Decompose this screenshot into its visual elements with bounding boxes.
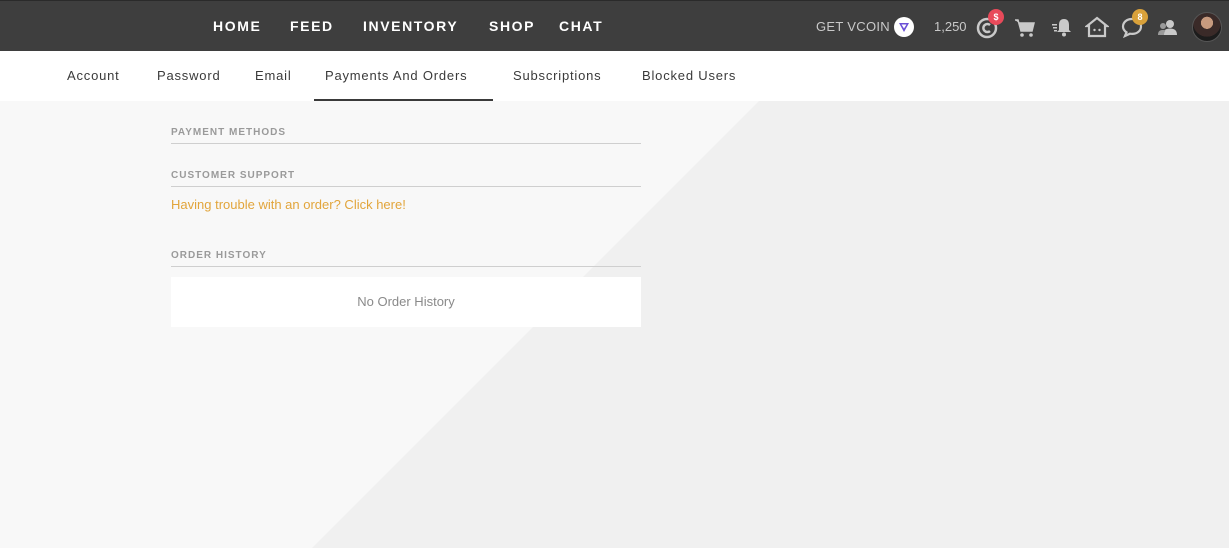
get-vcoin-link[interactable]: GET VCOIN: [816, 19, 890, 34]
tab-email[interactable]: Email: [255, 68, 292, 83]
section-divider: [171, 186, 641, 187]
home-icon[interactable]: [1083, 15, 1111, 39]
nav-feed[interactable]: FEED: [290, 18, 334, 34]
order-history-heading: ORDER HISTORY: [171, 250, 267, 261]
payment-methods-heading: PAYMENT METHODS: [171, 127, 287, 138]
coin-balance: 1,250: [934, 19, 967, 34]
notification-bell-icon[interactable]: [1051, 15, 1075, 39]
order-support-link[interactable]: Having trouble with an order? Click here…: [171, 197, 406, 212]
user-avatar[interactable]: [1192, 12, 1222, 42]
customer-support-heading: CUSTOMER SUPPORT: [171, 170, 296, 181]
coin-badge: $: [988, 9, 1004, 25]
tab-payments-and-orders[interactable]: Payments And Orders: [325, 68, 467, 83]
friends-icon[interactable]: [1156, 15, 1180, 39]
vcoin-icon[interactable]: [894, 17, 914, 37]
section-divider: [171, 143, 641, 144]
order-history-list: No Order History: [171, 277, 641, 327]
settings-tabs: Account Password Email Payments And Orde…: [0, 51, 1229, 101]
top-navigation-bar: HOME FEED INVENTORY SHOP CHAT GET VCOIN …: [0, 0, 1229, 51]
tab-subscriptions[interactable]: Subscriptions: [513, 68, 601, 83]
tab-blocked-users[interactable]: Blocked Users: [642, 68, 736, 83]
tab-password[interactable]: Password: [157, 68, 220, 83]
empty-state-text: No Order History: [357, 294, 455, 309]
nav-shop[interactable]: SHOP: [489, 18, 535, 34]
section-divider: [171, 266, 641, 267]
nav-home[interactable]: HOME: [213, 18, 261, 34]
active-tab-indicator: [314, 99, 493, 101]
chat-badge: 8: [1132, 9, 1148, 25]
cart-icon[interactable]: [1013, 15, 1037, 39]
nav-inventory[interactable]: INVENTORY: [363, 18, 458, 34]
nav-chat[interactable]: CHAT: [559, 18, 603, 34]
tab-account[interactable]: Account: [67, 68, 120, 83]
